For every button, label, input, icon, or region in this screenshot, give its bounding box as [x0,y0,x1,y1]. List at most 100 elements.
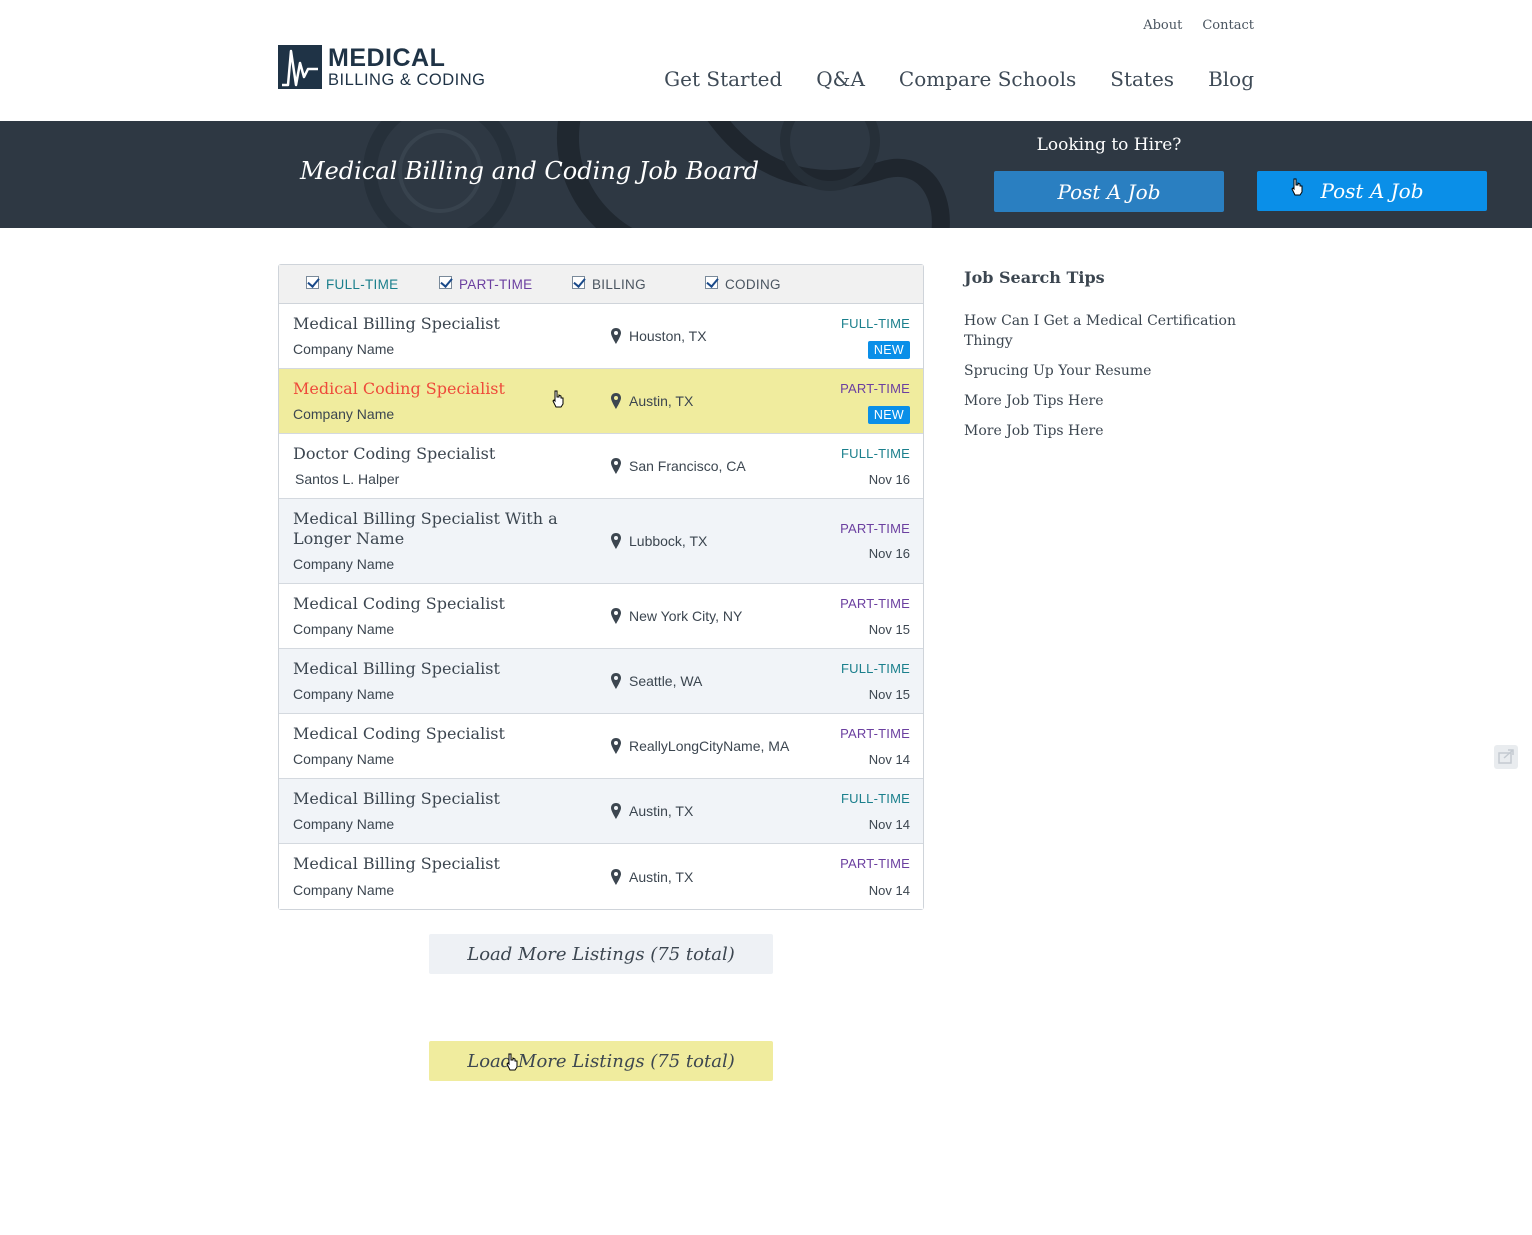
filter-part-time[interactable]: PART-TIME [439,275,572,292]
hero-banner: Medical Billing and Coding Job Board Loo… [0,121,1532,228]
job-type: PART-TIME [840,381,910,396]
tip-link[interactable]: Sprucing Up Your Resume [964,361,1254,381]
job-type: FULL-TIME [841,316,910,331]
site-logo[interactable]: MEDICAL BILLING & CODING [278,45,485,89]
map-pin-icon [611,393,621,409]
pointer-cursor-icon [506,1053,518,1071]
job-row[interactable]: Medical Billing Specialist Company Name … [279,649,923,714]
job-location: Houston, TX [611,328,707,344]
job-date: Nov 14 [868,817,910,832]
company-name: Company Name [293,816,395,832]
filter-coding[interactable]: CODING [705,275,838,292]
location-text: Austin, TX [629,803,694,819]
job-title[interactable]: Medical Billing Specialist [293,314,500,334]
job-title[interactable]: Medical Billing Specialist [293,659,500,679]
checkbox-checked-icon[interactable] [306,275,319,289]
tip-link[interactable]: More Job Tips Here [964,421,1254,441]
location-text: Lubbock, TX [629,533,708,549]
job-board: FULL-TIME PART-TIME BILLING CODING Medic… [278,264,924,910]
job-location: Austin, TX [611,868,694,885]
filter-billing[interactable]: BILLING [572,275,705,292]
company-name: Company Name [293,882,395,898]
job-title[interactable]: Doctor Coding Specialist [293,444,495,464]
job-title[interactable]: Medical Billing Specialist [293,854,500,874]
nav-qa[interactable]: Q&A [816,67,865,91]
new-badge: NEW [867,341,910,359]
job-title[interactable]: Medical Billing Specialist With a Longer… [293,509,573,549]
map-pin-icon [611,533,621,549]
job-row[interactable]: Doctor Coding Specialist Santos L. Halpe… [279,434,923,499]
location-text: Houston, TX [629,328,707,344]
job-location: San Francisco, CA [611,458,746,474]
job-row[interactable]: Medical Billing Specialist Company Name … [279,304,923,369]
job-row[interactable]: Medical Billing Specialist With a Longer… [279,499,923,584]
filter-label: PART-TIME [459,276,533,292]
map-pin-icon [611,608,621,624]
map-pin-icon [611,328,621,344]
map-pin-icon [611,673,621,689]
heartbeat-logo-icon [278,45,322,89]
job-row[interactable]: Medical Billing Specialist Company Name … [279,844,923,909]
load-more-button-hover[interactable]: Load More Listings (75 total) [429,1041,773,1081]
logo-line1: MEDICAL [328,43,446,72]
checkbox-checked-icon[interactable] [439,275,452,289]
job-title[interactable]: Medical Coding Specialist [293,594,505,614]
location-text: Austin, TX [629,868,694,885]
job-title[interactable]: Medical Coding Specialist [293,379,505,399]
job-row[interactable]: Medical Billing Specialist Company Name … [279,779,923,844]
job-location: Seattle, WA [611,673,702,689]
tip-link[interactable]: How Can I Get a Medical Certification Th… [964,311,1254,351]
job-date: Nov 14 [868,883,910,898]
share-icon[interactable] [1494,745,1518,769]
company-name: Company Name [293,341,395,357]
pointer-cursor-icon [1291,178,1303,196]
job-type: FULL-TIME [841,791,910,806]
filter-bar: FULL-TIME PART-TIME BILLING CODING [279,265,923,304]
nav-blog[interactable]: Blog [1208,67,1254,91]
job-row[interactable]: Medical Coding Specialist Company Name R… [279,714,923,779]
job-row[interactable]: Medical Coding Specialist Company Name A… [279,369,923,434]
company-name: Company Name [293,406,395,422]
location-text: Austin, TX [629,393,694,409]
location-text: Seattle, WA [629,673,703,689]
nav-get-started[interactable]: Get Started [664,67,782,91]
job-date: Nov 14 [868,752,910,767]
utility-nav: About Contact [1143,18,1254,33]
load-more-button[interactable]: Load More Listings (75 total) [429,934,773,974]
pointer-cursor-icon [552,390,564,408]
job-title[interactable]: Medical Coding Specialist [293,724,505,744]
job-title[interactable]: Medical Billing Specialist [293,789,500,809]
map-pin-icon [611,803,621,819]
job-row[interactable]: Medical Coding Specialist Company Name N… [279,584,923,649]
location-text: ReallyLongCityName, MA [629,738,790,754]
map-pin-icon [611,738,621,754]
filter-label: BILLING [592,276,646,292]
nav-states[interactable]: States [1110,67,1174,91]
job-type: PART-TIME [840,856,910,871]
job-type: FULL-TIME [841,446,910,461]
job-date: Nov 16 [868,546,910,561]
nav-compare-schools[interactable]: Compare Schools [899,67,1076,91]
job-location: Austin, TX [611,803,693,819]
map-pin-icon [611,868,621,885]
tip-link[interactable]: More Job Tips Here [964,391,1254,411]
contact-link[interactable]: Contact [1202,18,1254,33]
filter-label: FULL-TIME [326,276,399,292]
job-location: ReallyLongCityName, MA [611,738,789,754]
post-job-button-hover-label: Post A Job [1320,179,1424,203]
post-job-button[interactable]: Post A Job [994,171,1224,212]
job-date: Nov 15 [868,622,910,637]
about-link[interactable]: About [1143,18,1182,33]
job-type: FULL-TIME [841,661,910,676]
checkbox-checked-icon[interactable] [705,275,718,289]
job-type: PART-TIME [840,726,910,741]
filter-label: CODING [725,276,781,292]
job-type: PART-TIME [840,521,910,536]
job-type: PART-TIME [840,596,910,611]
checkbox-checked-icon[interactable] [572,275,585,289]
page-title: Medical Billing and Coding Job Board [300,157,760,185]
job-search-tips: Job Search Tips How Can I Get a Medical … [964,268,1254,451]
filter-full-time[interactable]: FULL-TIME [306,275,439,292]
hire-label: Looking to Hire? [1036,135,1182,155]
map-pin-icon [611,458,621,474]
